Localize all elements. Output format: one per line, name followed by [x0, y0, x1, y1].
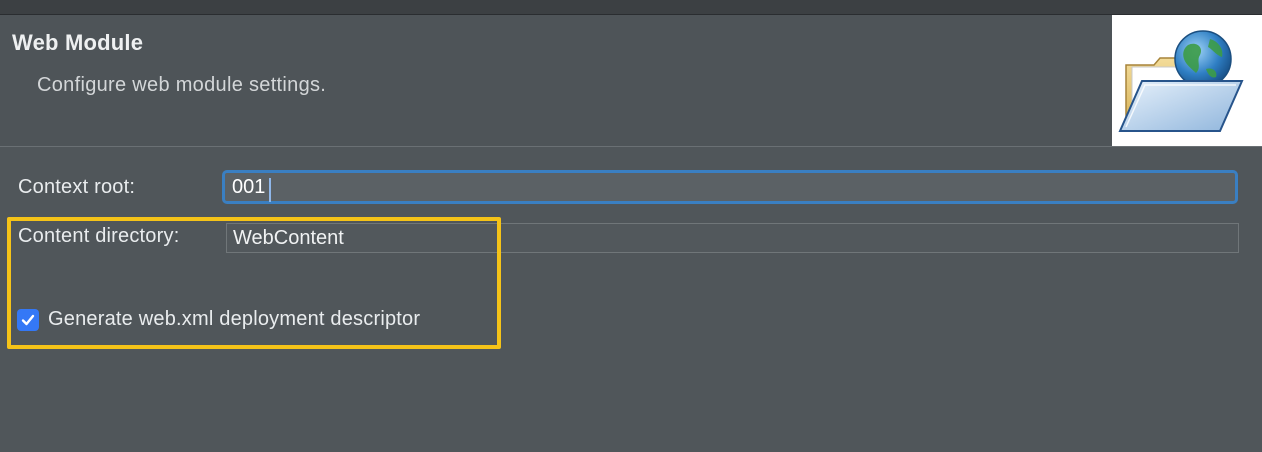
page-description: Configure web module settings.	[37, 74, 327, 96]
content-directory-label: Content directory:	[18, 225, 180, 247]
checkmark-icon	[21, 314, 35, 326]
context-root-input[interactable]	[222, 170, 1238, 204]
page-title: Web Module	[12, 30, 144, 55]
text-caret	[269, 178, 271, 202]
context-root-label: Context root:	[18, 176, 136, 198]
web-module-page: Web Module Configure web module settings…	[0, 0, 1262, 452]
folder-globe-icon	[1112, 15, 1262, 146]
window-top-strip	[0, 0, 1262, 15]
content-directory-input[interactable]	[226, 223, 1239, 253]
header-divider	[0, 146, 1262, 147]
generate-descriptor-checkbox[interactable]	[17, 309, 39, 331]
folder-globe-graphic	[1118, 30, 1244, 132]
generate-descriptor-label[interactable]: Generate web.xml deployment descriptor	[48, 308, 420, 331]
